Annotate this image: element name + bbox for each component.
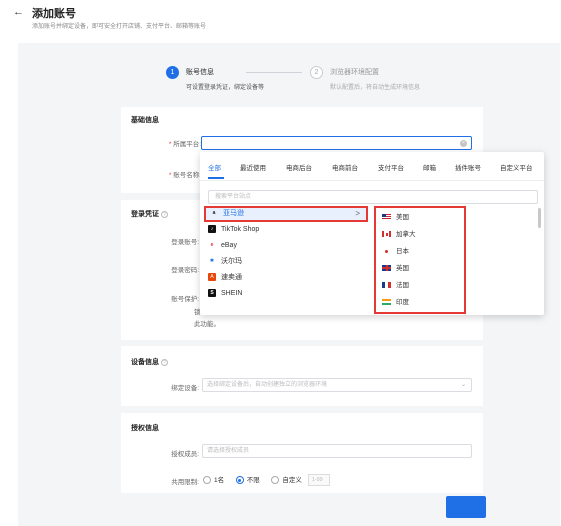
platform-name: SHEIN: [221, 290, 243, 297]
tiktok-logo-icon: ♪: [208, 225, 216, 234]
platform-name: eBay: [221, 242, 237, 249]
platform-name: 沃尔玛: [221, 258, 242, 265]
chevron-right-icon: >: [355, 209, 360, 218]
country-name: 法国: [396, 282, 409, 289]
country-item-us[interactable]: 美国: [382, 212, 409, 224]
platform-item-walmart[interactable]: ✱ 沃尔玛: [204, 254, 368, 270]
radio-custom-label: 自定义: [282, 477, 302, 484]
share-limit-options: 1名 不限 自定义 1-99: [203, 474, 330, 487]
step-1-number: 1: [166, 66, 179, 79]
platform-item-shein[interactable]: S SHEIN: [204, 286, 368, 302]
device-card: 设备信息? 绑定设备: 选择绑定设备后，自动创建独立的浏览器环境 ⌄: [121, 346, 483, 406]
bind-device-select[interactable]: 选择绑定设备后，自动创建独立的浏览器环境 ⌄: [202, 378, 472, 392]
platform-item-ebay[interactable]: e eBay: [204, 238, 368, 254]
auth-title: 授权信息: [131, 425, 159, 432]
uk-flag-icon: [382, 265, 391, 272]
dropdown-scrollbar[interactable]: [538, 208, 541, 228]
steps-indicator: 1 账号信息 可设置登录凭证，绑定设备等 2 浏览器环境配置 默认配置后，将自动…: [166, 66, 466, 96]
step-1-desc: 可设置登录凭证，绑定设备等: [186, 85, 265, 91]
platform-item-tiktok[interactable]: ♪ TikTok Shop: [204, 222, 368, 238]
tab-recent[interactable]: 最近使用: [240, 162, 266, 172]
platform-tabs: 全部 最近使用 电商后台 电商前台 支付平台 邮箱 插件账号 自定义平台: [200, 152, 544, 180]
amazon-logo-icon: a: [212, 210, 216, 217]
clear-icon[interactable]: ×: [460, 140, 467, 147]
tab-email[interactable]: 邮箱: [423, 162, 436, 172]
shein-logo-icon: S: [208, 289, 216, 298]
radio-unlimited[interactable]: [235, 476, 244, 485]
tab-ecom-frontend[interactable]: 电商前台: [332, 162, 358, 172]
step-connector: [246, 72, 302, 73]
country-item-ca[interactable]: 加拿大: [382, 229, 416, 241]
radio-1-person[interactable]: [203, 476, 211, 485]
india-flag-icon: [382, 299, 391, 306]
info-icon: ?: [161, 358, 168, 366]
account-protect-label: 账号保护:: [171, 296, 199, 303]
page-title: 添加账号: [32, 8, 76, 20]
walmart-logo-icon: ✱: [209, 258, 215, 265]
step-2-desc: 默认配置后，将自动生成环境信息: [330, 85, 421, 91]
country-name: 英国: [396, 265, 409, 272]
active-tab-indicator: [208, 177, 224, 179]
page-subtitle: 添加账号并绑定设备，即可安全打开店铺、支付平台、邮箱等账号: [32, 24, 207, 30]
custom-count-input[interactable]: 1-99: [307, 474, 330, 487]
platform-name: 速卖通: [221, 274, 242, 281]
ebay-logo-icon: e: [210, 242, 214, 249]
tab-all[interactable]: 全部: [208, 162, 221, 172]
login-title: 登录凭证?: [131, 209, 168, 219]
platform-name: 亚马逊: [223, 210, 244, 217]
tab-ecom-backend[interactable]: 电商后台: [286, 162, 312, 172]
chevron-down-icon: ⌄: [460, 382, 466, 388]
france-flag-icon: [382, 282, 391, 289]
auth-card: 授权信息 授权成员: 请选择授权成员 共用限制: 1名 不限 自定义 1-99: [121, 413, 483, 493]
tab-plugin[interactable]: 插件账号: [455, 162, 481, 172]
basic-info-title: 基础信息: [131, 117, 159, 124]
platform-item-amazon[interactable]: a 亚马逊 >: [204, 206, 368, 222]
platform-select[interactable]: ×: [201, 136, 472, 150]
country-item-jp[interactable]: 日本: [382, 246, 409, 258]
device-title: 设备信息?: [131, 357, 168, 367]
canada-flag-icon: [382, 231, 391, 238]
platform-search-input[interactable]: 搜索平台站点: [208, 190, 538, 204]
auth-member-select[interactable]: 请选择授权成员: [202, 444, 472, 458]
aliexpress-logo-icon: A: [208, 273, 216, 282]
platform-name: TikTok Shop: [221, 226, 260, 233]
country-name: 美国: [396, 214, 409, 221]
platform-dropdown: 全部 最近使用 电商后台 电商前台 支付平台 邮箱 插件账号 自定义平台 搜索平…: [200, 152, 544, 315]
account-name-label: * 账号名称:: [168, 172, 201, 179]
platform-item-aliexpress[interactable]: A 速卖通: [204, 270, 368, 286]
share-limit-label: 共用限制:: [171, 479, 199, 486]
login-password-label: 登录密码:: [171, 267, 199, 274]
step-2-number: 2: [310, 66, 323, 79]
country-item-fr[interactable]: 法国: [382, 280, 409, 292]
japan-flag-icon: [382, 248, 391, 255]
protect-note: 此功能。: [194, 321, 220, 328]
tab-payment[interactable]: 支付平台: [378, 162, 404, 172]
country-item-uk[interactable]: 英国: [382, 263, 409, 275]
country-name: 印度: [396, 299, 409, 306]
step-2-title: 浏览器环境配置: [330, 69, 379, 76]
tabs-divider: [200, 180, 544, 181]
radio-unlimited-label: 不限: [246, 477, 260, 484]
info-icon: ?: [161, 210, 168, 218]
radio-1-label: 1名: [214, 477, 225, 484]
auth-member-label: 授权成员:: [171, 451, 199, 458]
radio-custom[interactable]: [271, 476, 280, 485]
country-name: 日本: [396, 248, 409, 255]
country-item-in[interactable]: 印度: [382, 297, 409, 309]
bind-device-label: 绑定设备:: [171, 385, 199, 392]
step-1-title: 账号信息: [186, 69, 214, 76]
tab-custom-platform[interactable]: 自定义平台: [500, 162, 533, 172]
us-flag-icon: [382, 214, 391, 221]
next-step-button[interactable]: [446, 496, 486, 518]
platform-label: * 所属平台:: [168, 141, 201, 148]
back-arrow-icon[interactable]: ←: [13, 6, 24, 18]
country-list: 美国 加拿大 日本 英国 法国 印度: [374, 206, 466, 314]
login-account-label: 登录账号:: [171, 239, 199, 246]
country-name: 加拿大: [396, 231, 416, 238]
page-header: ← 添加账号 添加账号并绑定设备，即可安全打开店铺、支付平台、邮箱等账号: [0, 0, 561, 44]
